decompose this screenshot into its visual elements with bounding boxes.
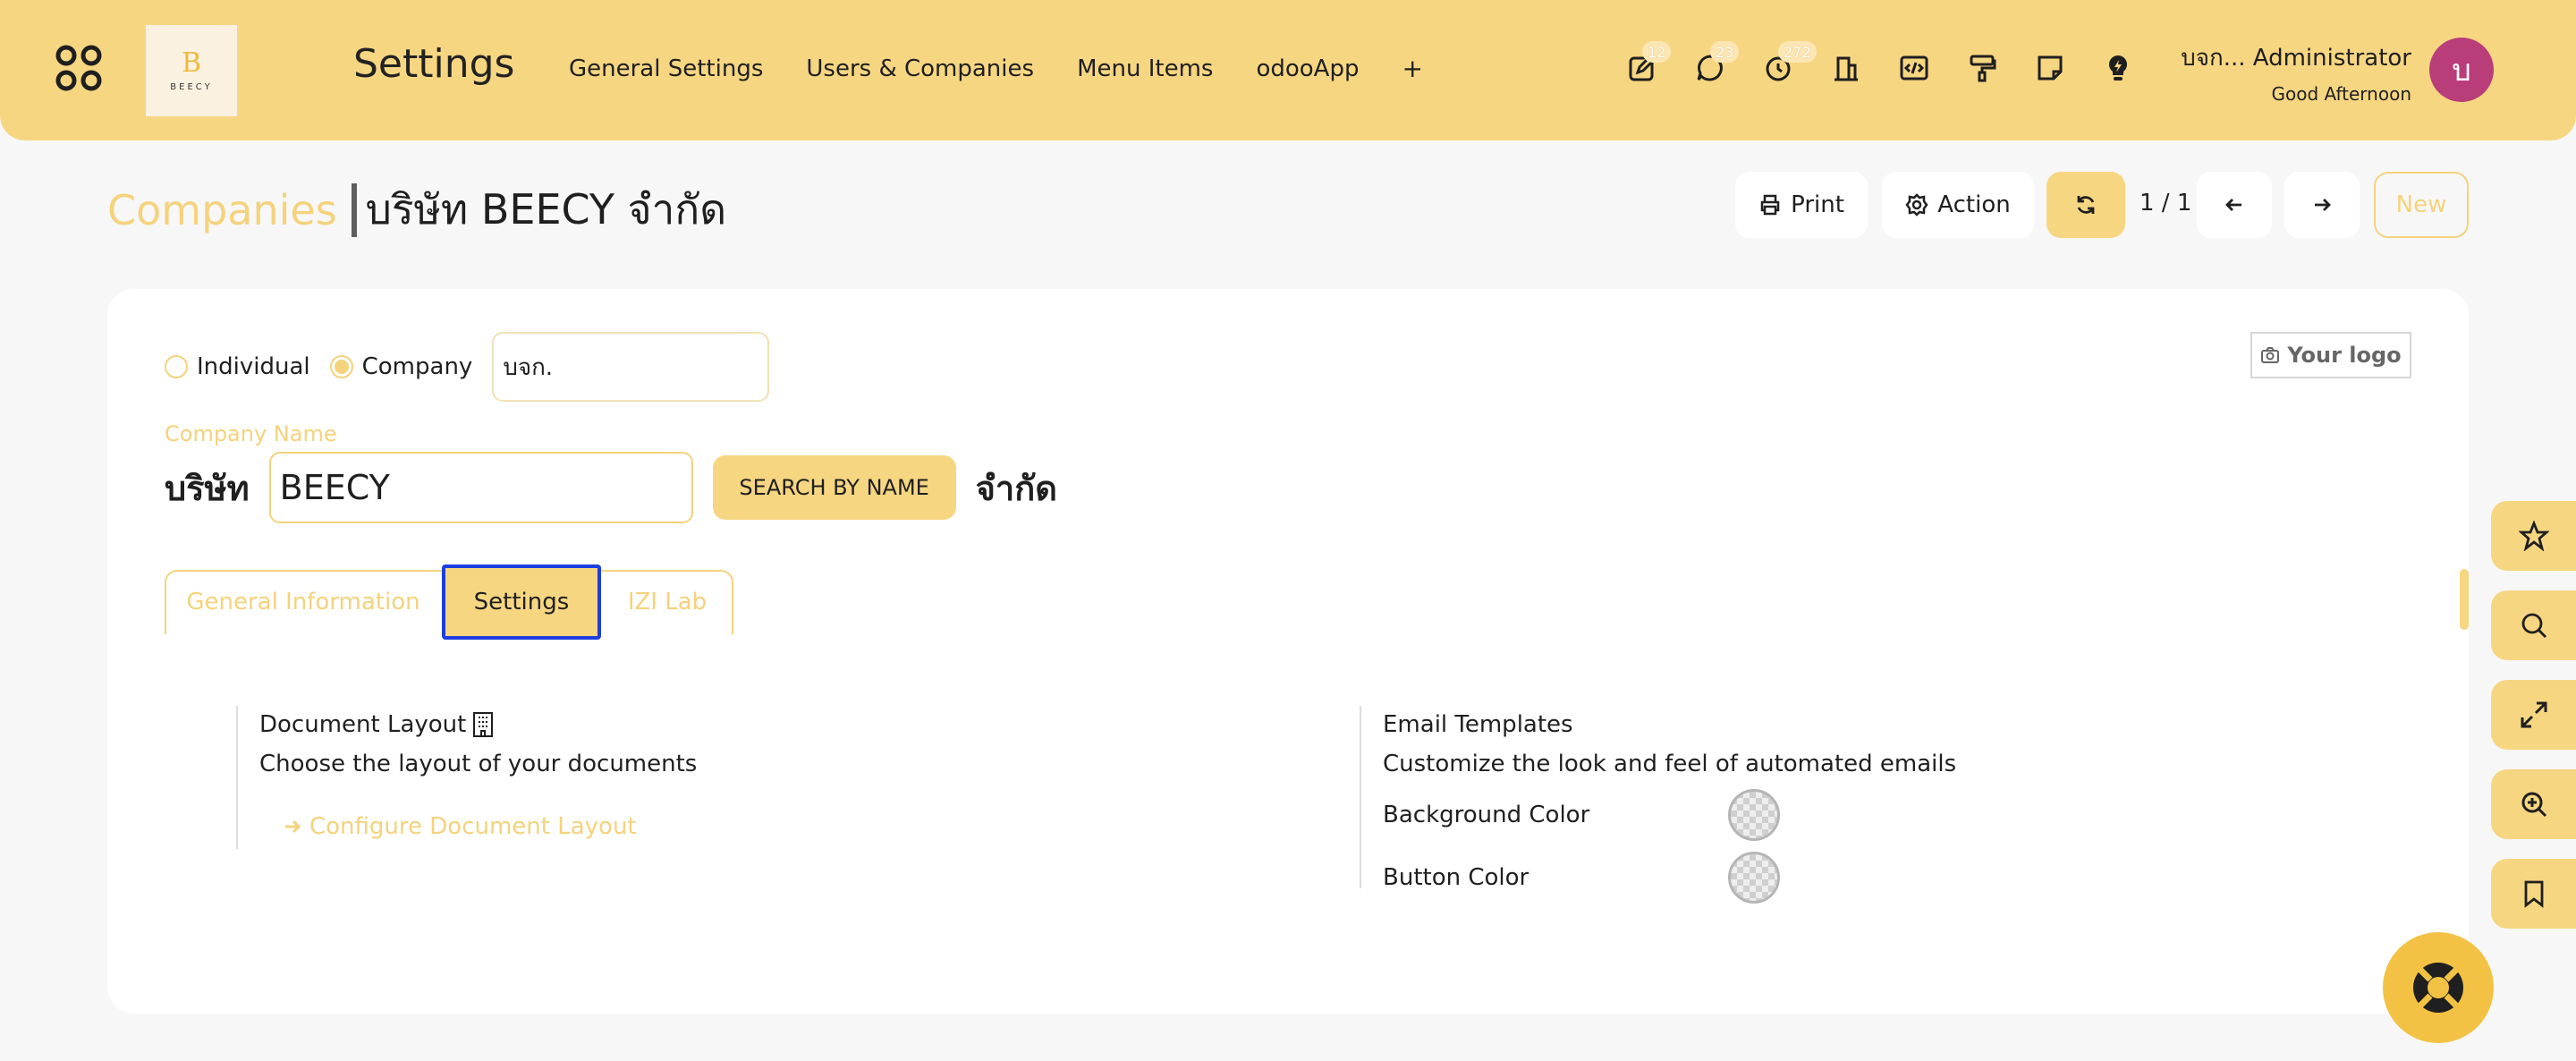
record-title: บริษัท BEECY จำกัด bbox=[365, 185, 727, 233]
company-name-row: บริษัท BEECY SEARCH BY NAME จำกัด bbox=[165, 452, 1057, 523]
email-templates-title: Email Templates bbox=[1383, 711, 1573, 738]
search-button[interactable] bbox=[2491, 590, 2576, 660]
gear-icon bbox=[1905, 193, 1928, 216]
tips-icon[interactable] bbox=[2102, 50, 2134, 86]
camera-icon bbox=[2261, 347, 2280, 363]
radio-company[interactable]: Company bbox=[329, 353, 473, 380]
breadcrumb: Companies บริษัท BEECY จำกัด bbox=[107, 177, 726, 242]
menu-add-button[interactable]: + bbox=[1402, 54, 1422, 83]
configure-document-layout-link[interactable]: Configure Document Layout bbox=[283, 813, 773, 840]
company-prefix-field[interactable]: บจก. bbox=[492, 332, 770, 402]
expand-button[interactable] bbox=[2491, 680, 2576, 750]
print-button[interactable]: Print bbox=[1735, 172, 1868, 238]
tab-izi-lab[interactable]: IZI Lab bbox=[601, 568, 733, 636]
search-by-name-button[interactable]: SEARCH BY NAME bbox=[712, 455, 956, 520]
button-color-picker[interactable] bbox=[1728, 852, 1780, 904]
email-templates-section: Email Templates Customize the look and f… bbox=[1360, 706, 2075, 904]
breadcrumb-separator bbox=[351, 182, 357, 237]
activity-badge: 12 bbox=[1642, 41, 1672, 63]
apps-menu-icon[interactable] bbox=[54, 43, 104, 97]
form-sheet: Your logo Individual Company บจก. Compan… bbox=[107, 289, 2469, 1014]
theme-icon[interactable] bbox=[1966, 50, 1998, 86]
star-icon bbox=[2518, 521, 2549, 551]
company-name-prefix: บริษัท bbox=[165, 468, 250, 508]
company-name-suffix: จำกัด bbox=[975, 468, 1057, 508]
print-icon bbox=[1760, 194, 1780, 216]
email-templates-subtitle: Customize the look and feel of automated… bbox=[1383, 751, 1957, 777]
menu-general-settings[interactable]: General Settings bbox=[569, 55, 763, 82]
scrollbar-thumb[interactable] bbox=[2460, 569, 2469, 630]
building-icon bbox=[473, 712, 494, 737]
company-type-selector: Individual Company บจก. bbox=[165, 332, 770, 402]
print-label: Print bbox=[1791, 191, 1844, 218]
top-navbar: B BEECY Settings General Settings Users … bbox=[0, 0, 2576, 140]
company-logo[interactable]: B BEECY bbox=[146, 25, 237, 116]
configure-document-layout-label: Configure Document Layout bbox=[309, 813, 637, 840]
action-label: Action bbox=[1937, 191, 2011, 218]
avatar[interactable]: บ bbox=[2429, 38, 2494, 102]
debug-icon[interactable] bbox=[1898, 50, 1930, 86]
lifebuoy-icon bbox=[2413, 963, 2463, 1013]
expand-icon bbox=[2521, 701, 2546, 728]
app-title[interactable]: Settings bbox=[353, 41, 514, 87]
favorite-button[interactable] bbox=[2491, 501, 2576, 571]
new-record-button[interactable]: New bbox=[2374, 172, 2469, 238]
button-color-label: Button Color bbox=[1383, 864, 1530, 891]
menu-odooapp[interactable]: odooApp bbox=[1256, 55, 1359, 82]
document-layout-title: Document Layout bbox=[259, 711, 773, 738]
menu-users-companies[interactable]: Users & Companies bbox=[806, 55, 1034, 82]
document-layout-section: Document Layout Choose the layout of you… bbox=[236, 706, 773, 849]
activity-icon[interactable]: 12 bbox=[1626, 41, 1672, 86]
brand-mark: B bbox=[181, 47, 202, 79]
bookmark-icon bbox=[2524, 880, 2543, 908]
radio-company-dot[interactable] bbox=[329, 355, 353, 378]
notes-icon[interactable] bbox=[2034, 50, 2066, 86]
side-rail bbox=[2491, 501, 2576, 948]
background-color-label: Background Color bbox=[1383, 802, 1590, 828]
zoom-button[interactable] bbox=[2491, 769, 2576, 839]
company-switch-icon[interactable] bbox=[1830, 50, 1862, 86]
previous-record-button[interactable] bbox=[2197, 172, 2272, 238]
tab-general-information[interactable]: General Information bbox=[165, 568, 442, 636]
document-layout-subtitle: Choose the layout of your documents bbox=[259, 751, 698, 777]
radio-individual[interactable]: Individual bbox=[165, 353, 310, 380]
arrow-left-icon bbox=[2225, 199, 2241, 211]
breadcrumb-companies-link[interactable]: Companies bbox=[107, 186, 337, 234]
timer-icon[interactable]: 272 bbox=[1762, 41, 1817, 86]
systray: 12 23 272 bbox=[1626, 41, 2134, 86]
logo-label: Your logo bbox=[2287, 343, 2402, 368]
messages-badge: 23 bbox=[1710, 41, 1740, 63]
zoom-in-icon bbox=[2521, 792, 2546, 818]
user-greeting: Good Afternoon bbox=[2271, 83, 2411, 105]
refresh-icon bbox=[2077, 196, 2095, 214]
refresh-button[interactable] bbox=[2046, 172, 2125, 238]
pager-value[interactable]: 1 / 1 bbox=[2140, 190, 2191, 216]
background-color-picker[interactable] bbox=[1728, 789, 1780, 841]
radio-company-label: Company bbox=[361, 353, 473, 380]
bookmark-button[interactable] bbox=[2491, 859, 2576, 929]
help-button[interactable] bbox=[2383, 932, 2494, 1043]
radio-individual-label: Individual bbox=[197, 353, 310, 380]
arrow-right-icon bbox=[285, 819, 301, 834]
logo-upload[interactable]: Your logo bbox=[2250, 332, 2411, 378]
company-name-label: Company Name bbox=[165, 421, 337, 446]
action-button[interactable]: Action bbox=[1882, 172, 2034, 238]
company-name-field[interactable]: BEECY bbox=[268, 452, 693, 523]
timer-badge: 272 bbox=[1778, 41, 1817, 63]
messages-icon[interactable]: 23 bbox=[1694, 41, 1740, 86]
arrow-right-icon bbox=[2315, 199, 2331, 211]
main-menu: General Settings Users & Companies Menu … bbox=[569, 54, 1423, 83]
user-name: บจก... Administrator bbox=[2181, 45, 2411, 72]
button-color-row: Button Color bbox=[1383, 852, 2075, 904]
search-icon bbox=[2521, 613, 2546, 638]
tab-settings[interactable]: Settings bbox=[442, 564, 601, 640]
next-record-button[interactable] bbox=[2284, 172, 2360, 238]
background-color-row: Background Color bbox=[1383, 789, 2075, 841]
menu-menu-items[interactable]: Menu Items bbox=[1077, 55, 1213, 82]
radio-individual-dot[interactable] bbox=[165, 355, 188, 378]
user-menu[interactable]: บจก... Administrator Good Afternoon bbox=[2181, 39, 2411, 105]
brand-word: BEECY bbox=[170, 81, 213, 92]
form-tabs: General Information Settings IZI Lab bbox=[165, 564, 733, 640]
document-layout-title-text: Document Layout bbox=[259, 711, 467, 738]
